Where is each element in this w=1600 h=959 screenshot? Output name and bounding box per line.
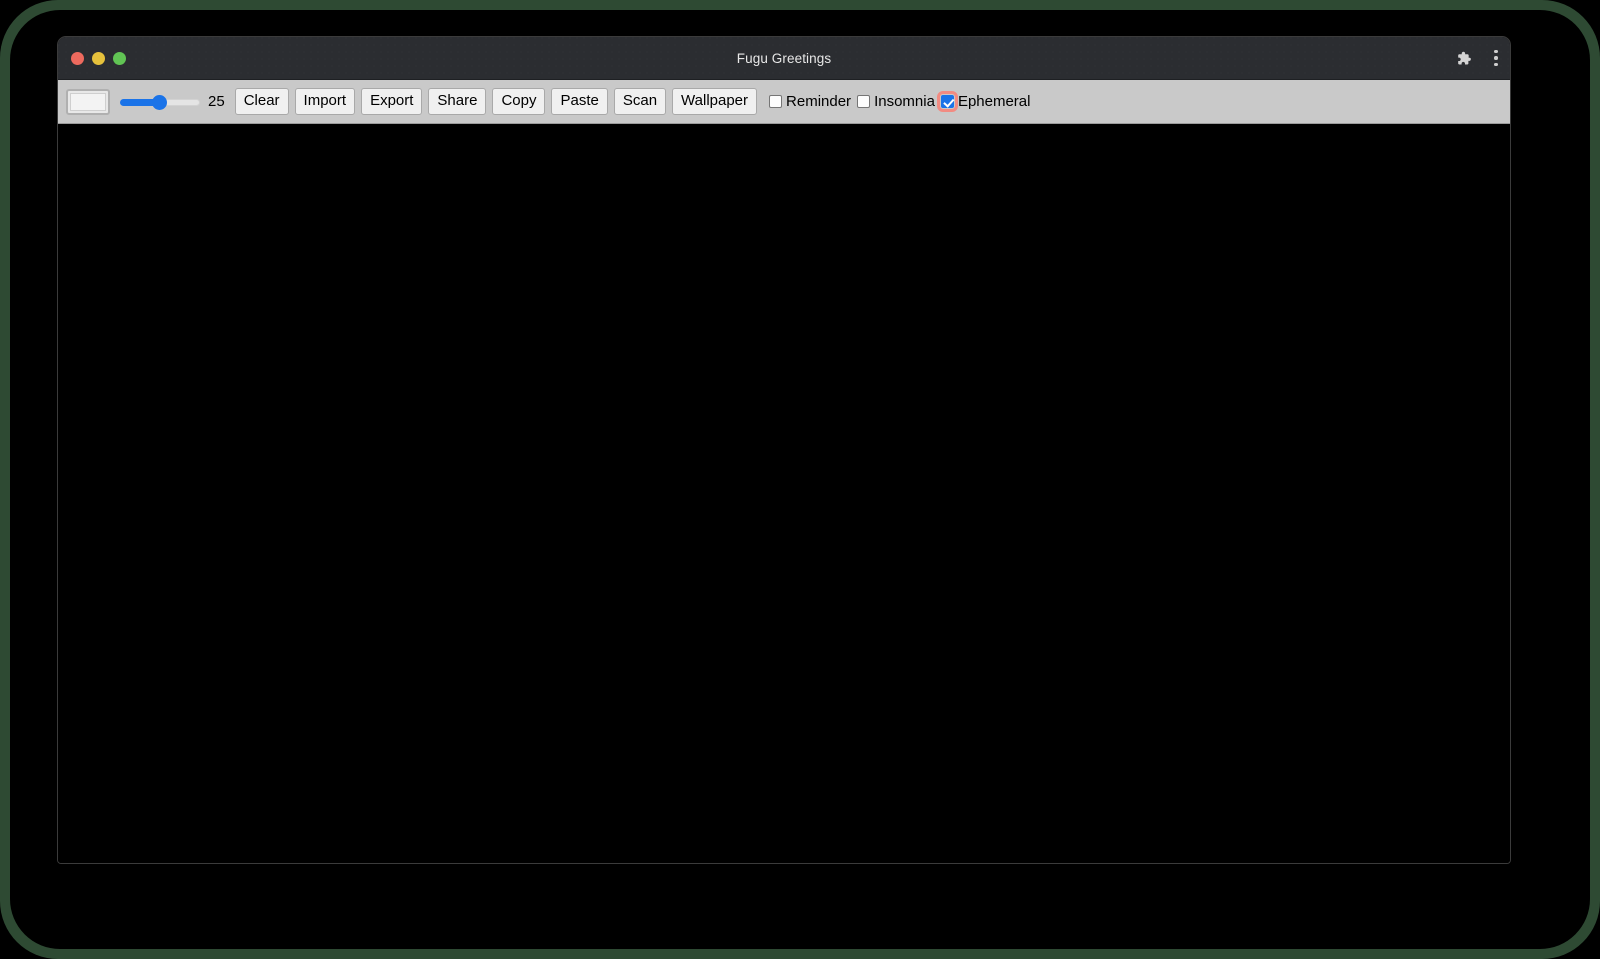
copy-button[interactable]: Copy <box>492 88 546 115</box>
toolbar-checkbox-group: Reminder Insomnia Ephemeral <box>769 91 1031 112</box>
import-button[interactable]: Import <box>294 88 356 115</box>
title-bar-actions <box>1455 37 1498 79</box>
export-button[interactable]: Export <box>361 88 423 115</box>
thickness-value-label: 25 <box>208 93 225 110</box>
color-picker-input[interactable] <box>66 88 110 115</box>
drawing-canvas[interactable] <box>58 124 1510 863</box>
slider-thumb[interactable] <box>152 94 167 110</box>
reminder-checkbox-label: Reminder <box>786 93 852 110</box>
insomnia-checkbox-label: Insomnia <box>874 93 935 110</box>
ephemeral-checkbox-label: Ephemeral <box>957 93 1031 110</box>
clear-button[interactable]: Clear <box>234 88 289 115</box>
window-maximize-button[interactable] <box>113 51 126 65</box>
scan-button[interactable]: Scan <box>613 88 667 115</box>
insomnia-checkbox[interactable] <box>857 95 871 108</box>
app-toolbar: 25 Clear Import Export Share Copy Paste … <box>58 80 1510 124</box>
ephemeral-checkbox[interactable] <box>936 91 958 112</box>
three-dot-vertical-menu-icon[interactable] <box>1494 49 1498 67</box>
reminder-checkbox[interactable] <box>769 95 783 108</box>
wallpaper-button[interactable]: Wallpaper <box>672 88 758 115</box>
paste-button[interactable]: Paste <box>551 88 608 115</box>
puzzle-piece-icon[interactable] <box>1455 50 1472 67</box>
ephemeral-checkbox-item[interactable]: Ephemeral <box>936 91 1031 112</box>
window-close-button[interactable] <box>71 51 84 65</box>
window-traffic-lights <box>71 37 126 79</box>
window-title: Fugu Greetings <box>736 50 832 66</box>
share-button[interactable]: Share <box>428 88 487 115</box>
reminder-checkbox-item[interactable]: Reminder <box>769 93 857 110</box>
thickness-slider[interactable] <box>120 92 200 112</box>
app-window: Fugu Greetings 25 Clear Import Export Sh… <box>57 36 1511 864</box>
insomnia-checkbox-item[interactable]: Insomnia <box>857 93 941 110</box>
window-minimize-button[interactable] <box>92 51 105 65</box>
window-title-bar[interactable]: Fugu Greetings <box>58 37 1510 80</box>
color-swatch-icon <box>70 92 106 111</box>
